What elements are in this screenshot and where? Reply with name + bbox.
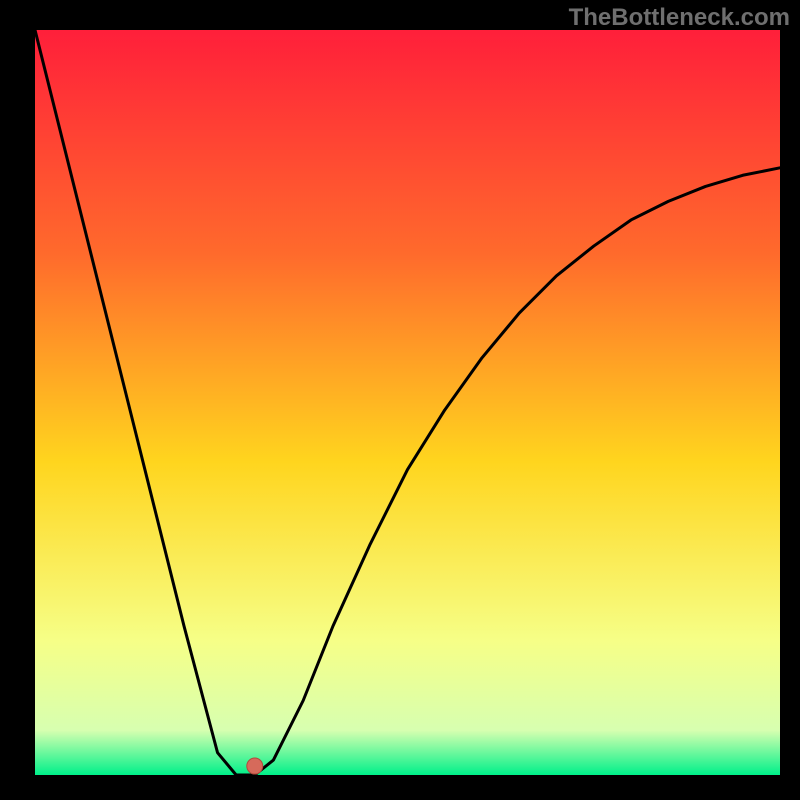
optimal-point-marker	[247, 758, 263, 774]
bottleneck-chart	[0, 0, 800, 800]
watermark-text: TheBottleneck.com	[569, 4, 790, 32]
chart-frame: { "watermark": "TheBottleneck.com", "col…	[0, 0, 800, 800]
plot-background	[35, 30, 780, 775]
